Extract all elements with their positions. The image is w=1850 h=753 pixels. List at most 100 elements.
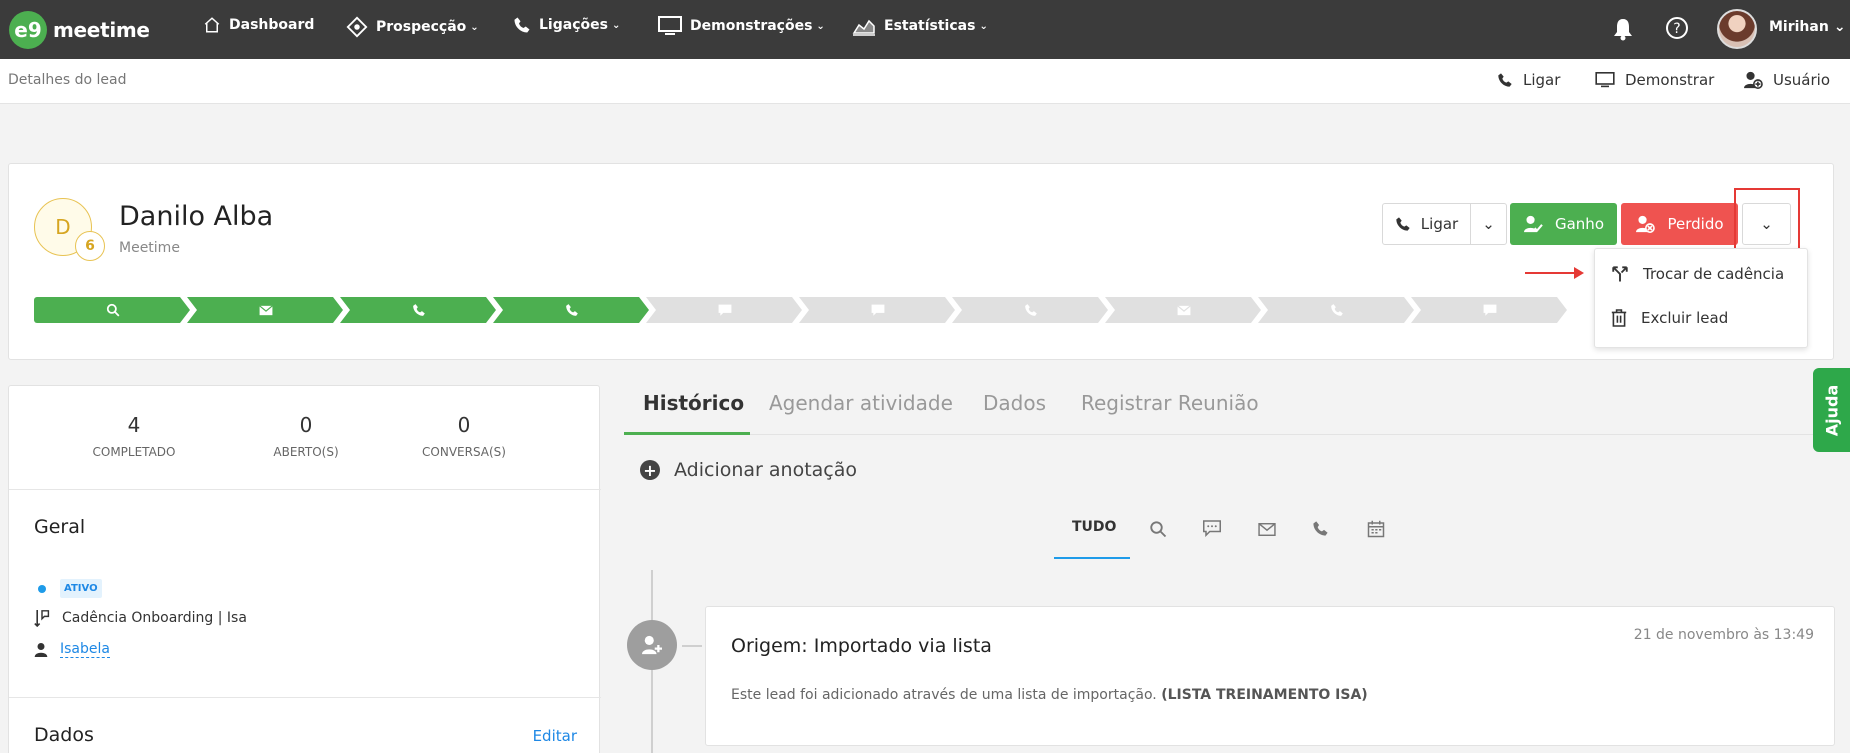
status-badge: ATIVO xyxy=(60,579,102,598)
header-call-label: Ligar xyxy=(1523,71,1561,89)
chevron-down-icon: ⌄ xyxy=(611,19,621,31)
trash-icon xyxy=(1611,309,1627,327)
stat-value: 0 xyxy=(457,413,471,437)
email-icon[interactable] xyxy=(1258,523,1276,536)
chevron-down-icon: ⌄ xyxy=(1482,215,1495,233)
menu-item-label: Excluir lead xyxy=(1641,309,1729,327)
stat-open: 0 ABERTO(S) xyxy=(221,413,391,459)
chevron-down-icon: ⌄ xyxy=(1833,19,1846,35)
cadence-name: Cadência Onboarding | Isa xyxy=(62,610,247,626)
timeline-event-card: Origem: Importado via lista 21 de novemb… xyxy=(705,606,1835,746)
lead-summary-panel: 4 COMPLETADO 0 ABERTO(S) 0 CONVERSA(S) G… xyxy=(8,385,601,753)
user-add-icon xyxy=(1744,71,1763,89)
phone-icon xyxy=(413,304,425,316)
menu-item-change-cadence[interactable]: Trocar de cadência xyxy=(1611,265,1784,283)
step-call[interactable] xyxy=(1258,297,1414,323)
filter-all[interactable]: TUDO xyxy=(1072,519,1116,535)
logo-mark: e9 xyxy=(9,10,47,49)
lead-options-menu: Trocar de cadência Excluir lead xyxy=(1594,248,1808,348)
event-description-text: Este lead foi adicionado através de uma … xyxy=(731,687,1157,703)
help-circle-icon[interactable]: ? xyxy=(1665,16,1689,40)
timeline-event-marker xyxy=(627,620,677,670)
user-remove-icon xyxy=(1636,215,1656,233)
add-note-button[interactable]: + Adicionar anotação xyxy=(640,459,857,481)
tab-dados[interactable]: Dados xyxy=(983,391,1046,415)
stat-value: 0 xyxy=(299,413,313,437)
search-icon[interactable] xyxy=(1149,520,1167,538)
step-message[interactable] xyxy=(646,297,802,323)
header-call-button[interactable]: Ligar xyxy=(1497,71,1560,89)
step-call[interactable] xyxy=(493,297,649,323)
won-button[interactable]: Ganho xyxy=(1510,203,1617,245)
calendar-icon[interactable] xyxy=(1367,520,1385,538)
event-title: Origem: Importado via lista xyxy=(731,635,992,657)
top-navbar: e9 meetime Dashboard Prospecção ⌄ Ligaçõe… xyxy=(0,0,1850,59)
lost-button[interactable]: Perdido xyxy=(1621,203,1738,245)
bell-icon[interactable] xyxy=(1612,17,1634,41)
fork-icon xyxy=(1612,266,1628,282)
highlight-box xyxy=(1734,188,1800,252)
avatar[interactable] xyxy=(1717,9,1757,49)
general-section-title: Geral xyxy=(34,516,86,538)
tab-agendar-atividade[interactable]: Agendar atividade xyxy=(769,391,953,415)
divider xyxy=(9,489,601,490)
user-menu[interactable]: Mirihan ⌄ xyxy=(1769,19,1846,35)
logo[interactable]: e9 meetime xyxy=(9,10,150,49)
home-icon xyxy=(204,17,220,33)
nav-label: Dashboard xyxy=(229,17,315,33)
step-search[interactable] xyxy=(34,297,190,323)
step-call[interactable] xyxy=(340,297,496,323)
header-user-label: Usuário xyxy=(1773,71,1831,89)
search-icon xyxy=(106,303,120,317)
header-demo-label: Demonstrar xyxy=(1625,71,1715,89)
stat-completed: 4 COMPLETADO xyxy=(49,413,219,459)
nav-prospeccao[interactable]: Prospecção ⌄ xyxy=(346,16,479,38)
step-email[interactable] xyxy=(1105,297,1261,323)
data-section-title: Dados xyxy=(34,724,94,746)
add-note-label: Adicionar anotação xyxy=(674,459,858,481)
logo-text: meetime xyxy=(53,17,150,42)
phone-icon xyxy=(1331,304,1343,316)
call-button-label: Ligar xyxy=(1420,215,1459,233)
tab-registrar-reuniao[interactable]: Registrar Reunião xyxy=(1081,391,1259,415)
help-tab-label: Ajuda xyxy=(1822,384,1842,436)
owner-link[interactable]: Isabela xyxy=(60,641,110,658)
nav-ligacoes[interactable]: Ligações ⌄ xyxy=(513,16,620,34)
call-options-button[interactable]: ⌄ xyxy=(1470,203,1507,245)
header-user-button[interactable]: Usuário xyxy=(1743,71,1830,89)
user-add-icon xyxy=(642,635,662,655)
nav-demonstracoes[interactable]: Demonstrações ⌄ xyxy=(658,16,825,36)
cadence-row: Cadência Onboarding | Isa xyxy=(34,609,247,627)
phone-icon[interactable] xyxy=(1312,520,1329,537)
help-tab[interactable]: Ajuda xyxy=(1813,368,1850,452)
message-icon xyxy=(871,304,885,316)
tab-historico[interactable]: Histórico xyxy=(643,391,744,415)
chevron-down-icon: ⌄ xyxy=(979,20,988,32)
nav-dashboard[interactable]: Dashboard xyxy=(203,16,314,34)
event-description: Este lead foi adicionado através de uma … xyxy=(731,687,1368,703)
nav-estatisticas[interactable]: Estatísticas ⌄ xyxy=(852,16,988,36)
menu-item-label: Trocar de cadência xyxy=(1643,265,1785,283)
call-button[interactable]: Ligar xyxy=(1382,203,1471,245)
edit-link[interactable]: Editar xyxy=(533,727,577,745)
status-dot xyxy=(38,584,46,593)
header-demo-button[interactable]: Demonstrar xyxy=(1595,71,1714,89)
menu-item-delete-lead[interactable]: Excluir lead xyxy=(1611,309,1728,327)
stat-label: COMPLETADO xyxy=(92,445,176,459)
nav-label: Ligações xyxy=(539,17,608,33)
annotation-arrow xyxy=(1525,267,1584,279)
lead-company: Meetime xyxy=(119,240,180,256)
page-title: Detalhes do lead xyxy=(8,72,127,88)
nav-label: Estatísticas xyxy=(884,18,976,34)
status-row: ATIVO xyxy=(34,579,102,598)
step-call[interactable] xyxy=(952,297,1108,323)
step-email[interactable] xyxy=(187,297,343,323)
chevron-down-icon: ⌄ xyxy=(816,20,825,32)
step-message[interactable] xyxy=(1411,297,1567,323)
message-icon[interactable] xyxy=(1203,520,1221,537)
phone-icon xyxy=(514,17,530,33)
email-icon xyxy=(1177,304,1191,315)
step-message[interactable] xyxy=(799,297,955,323)
target-icon xyxy=(346,16,368,38)
lead-name: Danilo Alba xyxy=(119,201,274,232)
